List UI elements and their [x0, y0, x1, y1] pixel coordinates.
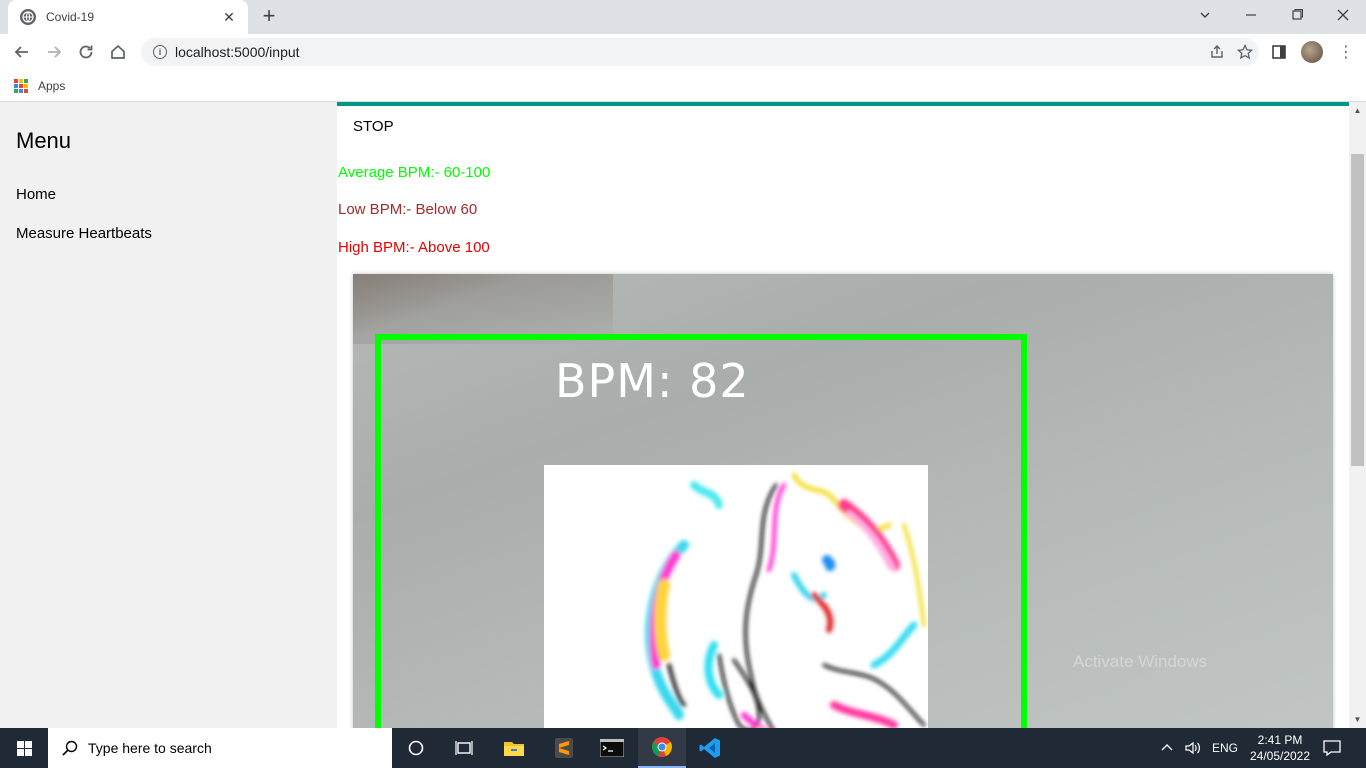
sidebar-title: Menu [16, 128, 72, 153]
taskbar-clock[interactable]: 2:41 PM 24/05/2022 [1240, 732, 1320, 764]
sidebar: Menu Home Measure Heartbeats [0, 102, 337, 728]
close-icon[interactable]: ✕ [220, 8, 238, 26]
info-icon[interactable]: i [153, 45, 167, 59]
minimize-icon[interactable] [1228, 0, 1274, 30]
legend-average: Average BPM:- 60-100 [338, 164, 491, 181]
clock-date: 24/05/2022 [1249, 749, 1311, 763]
browser-tab[interactable]: Covid-19 ✕ [8, 0, 248, 34]
search-icon [62, 740, 78, 756]
clock-time: 2:41 PM [1257, 733, 1303, 747]
back-icon[interactable] [8, 38, 36, 66]
task-view-icon[interactable] [440, 728, 488, 768]
main-content: STOP Average BPM:- 60-100 Low BPM:- Belo… [337, 102, 1349, 728]
page-scrollbar[interactable]: ▲ ▼ [1349, 102, 1366, 728]
windows-start-icon[interactable] [0, 728, 48, 768]
kebab-icon[interactable]: ⋮ [1336, 38, 1356, 66]
sidebar-item-measure-heartbeats[interactable]: Measure Heartbeats [16, 225, 152, 242]
reload-icon[interactable] [72, 38, 100, 66]
pulse-heatmap [544, 465, 928, 728]
star-icon[interactable] [1231, 38, 1259, 66]
bookmark-apps[interactable]: Apps [38, 79, 65, 93]
legend-low: Low BPM:- Below 60 [338, 201, 478, 218]
avatar[interactable] [1301, 41, 1323, 63]
scroll-thumb[interactable] [1351, 154, 1364, 466]
activate-windows-watermark: Activate Windows [1073, 652, 1208, 671]
file-explorer-icon[interactable] [490, 728, 538, 768]
taskbar-search[interactable]: Type here to search [48, 728, 392, 768]
apps-icon[interactable] [14, 78, 28, 93]
chrome-icon[interactable] [638, 728, 686, 768]
accent-bar [337, 102, 1349, 106]
url-text[interactable]: localhost:5000/input [175, 44, 1203, 60]
language-indicator[interactable]: ENG [1212, 728, 1238, 768]
video-feed: BPM: 82 Activate Windows [353, 274, 1333, 728]
page-viewport: Menu Home Measure Heartbeats STOP Averag… [0, 102, 1366, 728]
notification-icon[interactable] [1323, 728, 1341, 768]
volume-icon[interactable] [1184, 728, 1202, 768]
globe-icon [20, 9, 36, 25]
side-panel-icon[interactable] [1265, 38, 1293, 66]
chevron-up-icon[interactable] [1160, 728, 1174, 768]
sidebar-item-home[interactable]: Home [16, 186, 56, 203]
sublime-icon[interactable] [540, 728, 588, 768]
plus-icon[interactable]: + [258, 5, 280, 28]
terminal-icon[interactable] [588, 728, 636, 768]
address-bar[interactable]: i localhost:5000/input [141, 38, 1259, 66]
windows-taskbar: Type here to search ENG 2:41 PM 24/05/20… [0, 728, 1366, 768]
bpm-overlay: BPM: 82 [555, 354, 750, 408]
browser-toolbar: i localhost:5000/input ⋮ [0, 34, 1366, 70]
legend-high: High BPM:- Above 100 [338, 239, 490, 256]
cortana-icon[interactable] [392, 728, 440, 768]
vscode-icon[interactable] [686, 728, 734, 768]
window-close-icon[interactable] [1320, 0, 1366, 30]
tab-title: Covid-19 [46, 10, 95, 24]
scroll-up-arrow[interactable]: ▲ [1349, 102, 1366, 119]
tab-strip: Covid-19 ✕ + [0, 0, 1366, 34]
home-icon[interactable] [104, 38, 132, 66]
scroll-down-arrow[interactable]: ▼ [1349, 711, 1366, 728]
bookmarks-bar: Apps [0, 70, 1366, 102]
forward-icon[interactable] [40, 38, 68, 66]
maximize-icon[interactable] [1274, 0, 1320, 30]
chevron-down-icon[interactable] [1182, 0, 1228, 30]
stop-button[interactable]: STOP [353, 118, 394, 135]
share-icon[interactable] [1203, 38, 1231, 66]
search-placeholder: Type here to search [88, 740, 212, 756]
